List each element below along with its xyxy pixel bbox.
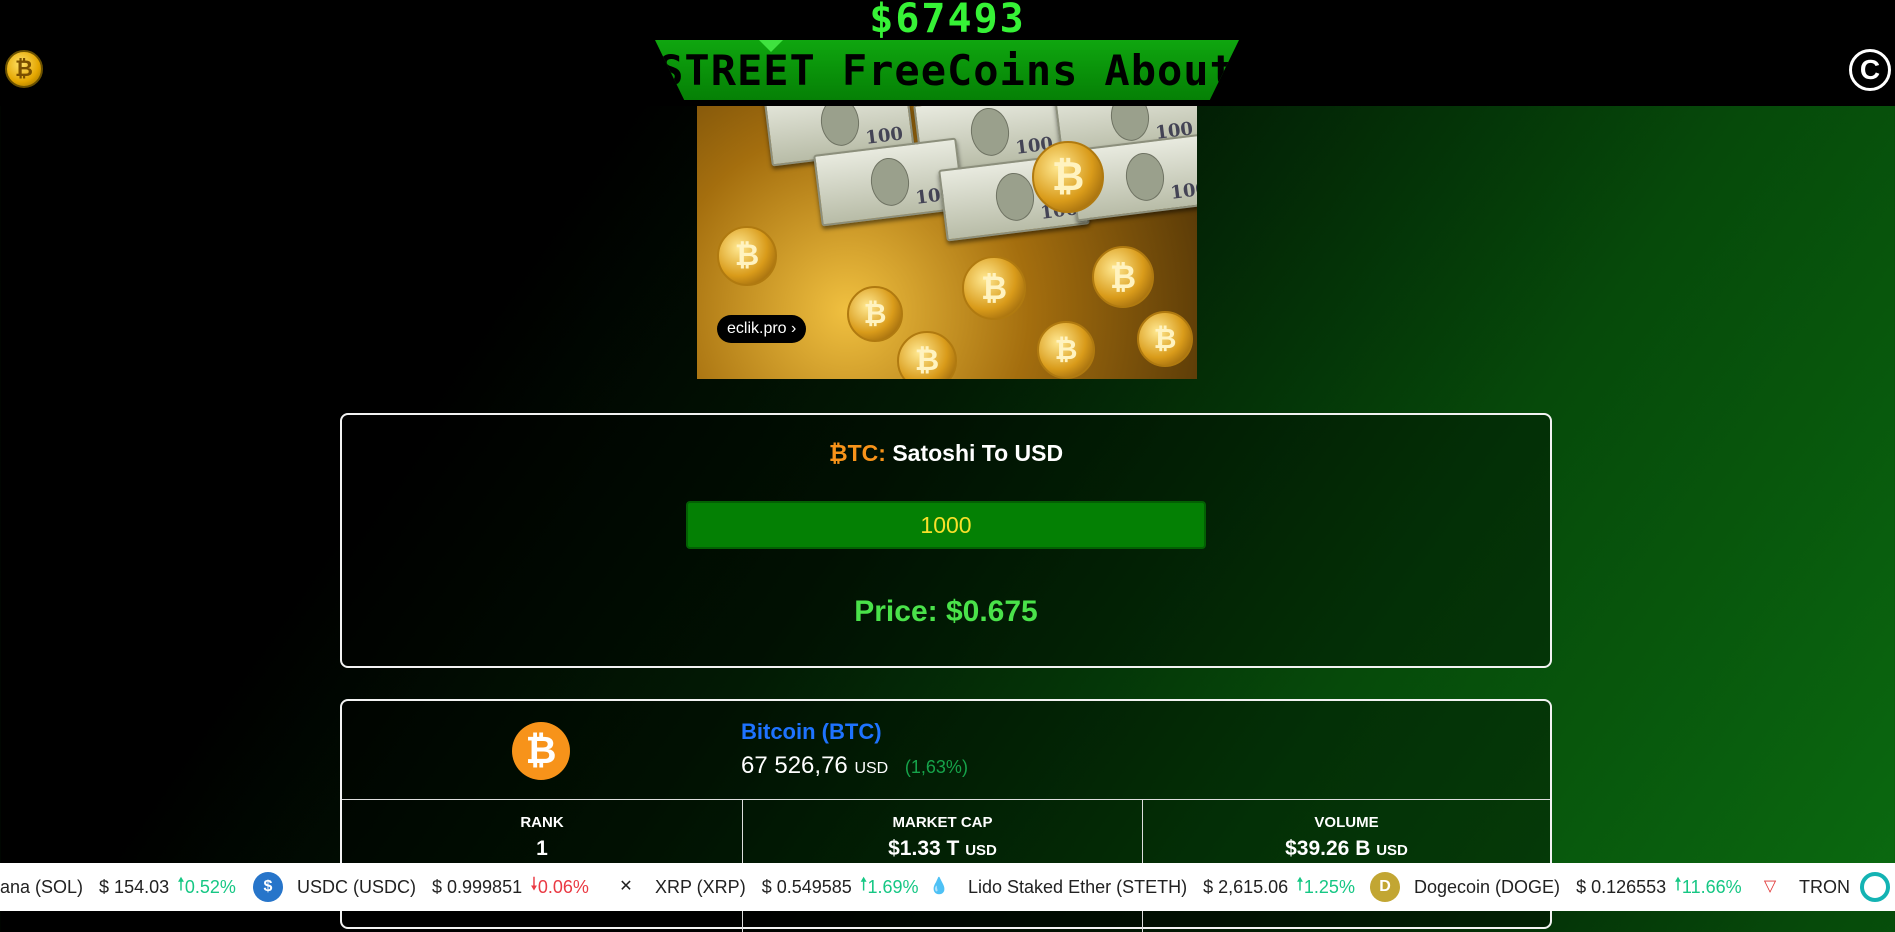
- ticker-item-usdc[interactable]: $ USDC (USDC) $ 0.999851 🠗 0.06%: [253, 863, 589, 911]
- bitcoin-logo-icon: ₿: [512, 722, 570, 780]
- ticker-price: $ 0.549585: [761, 876, 852, 897]
- satoshi-input[interactable]: 1000: [686, 501, 1206, 549]
- coin-price-value: 67 526,76: [741, 752, 848, 779]
- stat-value-number: $39.26 B: [1285, 837, 1371, 860]
- bitcoin-coin-icon: ₿: [1092, 246, 1154, 308]
- coin-price: 67 526,76 USD (1,63%): [741, 752, 968, 780]
- bitcoin-coin-icon[interactable]: ₿: [5, 50, 43, 88]
- tron-icon: ▽: [1755, 872, 1785, 902]
- converter-title: ₿TC: Satoshi To USD: [342, 440, 1550, 467]
- coin-name[interactable]: Bitcoin (BTC): [741, 719, 882, 745]
- ticker-name: Lido Staked Ether (STETH): [968, 876, 1188, 897]
- arrow-up-icon: 🠕: [1296, 874, 1304, 894]
- main-nav: STREET FreeCoins About: [655, 40, 1239, 100]
- arrow-down-icon: 🠗: [530, 874, 538, 894]
- copyright-icon[interactable]: C: [1849, 49, 1891, 91]
- bitcoin-coin-icon: ₿: [897, 331, 957, 379]
- bitcoin-coin-icon: ₿: [1032, 141, 1104, 213]
- stat-label: VOLUME: [1314, 814, 1379, 831]
- top-bar: $67493 ₿ STREET FreeCoins About C: [0, 0, 1895, 106]
- usdc-icon: $: [253, 872, 283, 902]
- ticker-item-doge[interactable]: D Dogecoin (DOGE) $ 0.126553 🠕 11.66%: [1370, 863, 1742, 911]
- ticker-price: $ 154.03: [99, 876, 170, 897]
- dogecoin-icon: D: [1370, 872, 1400, 902]
- ticker-name: USDC (USDC): [297, 876, 416, 897]
- btc-price-header: $67493: [869, 0, 1026, 42]
- price-ticker: ana (SOL) $ 154.03 🠕 0.52% $ USDC (USDC) $ 0.9…: [0, 863, 1895, 911]
- ticker-item-tron[interactable]: ▽ TRON: [1755, 863, 1866, 911]
- ticker-name: Dogecoin (DOGE): [1414, 876, 1561, 897]
- converter-title-prefix: ₿TC:: [828, 440, 886, 466]
- bitcoin-coin-icon: ₿: [962, 256, 1026, 320]
- stat-label: MARKET CAP: [892, 814, 993, 831]
- advertisement-banner[interactable]: ₿ ₿ ₿ ₿ ₿ ₿ ₿ ₿ eclik.pro ›: [697, 106, 1197, 379]
- ticker-item-sol[interactable]: ana (SOL) $ 154.03 🠕 0.52%: [0, 863, 236, 911]
- stat-value-unit: USD: [1376, 842, 1408, 859]
- ticker-name: XRP (XRP): [655, 876, 746, 897]
- coin-price-change: (1,63%): [904, 757, 968, 777]
- ticker-change: 1.69%: [867, 876, 919, 897]
- bitcoin-coin-icon: ₿: [717, 226, 777, 286]
- nav-about[interactable]: About: [1104, 46, 1235, 95]
- ticker-name: ana (SOL): [0, 876, 84, 897]
- stat-value: $39.26 B USD: [1143, 837, 1550, 861]
- bitcoin-coin-icon: ₿: [1137, 311, 1193, 367]
- arrow-up-icon: 🠕: [1674, 874, 1682, 894]
- coin-price-unit: USD: [854, 760, 889, 777]
- nav-indicator-icon: [759, 40, 783, 52]
- ticker-price: $ 0.999851: [432, 876, 523, 897]
- bitcoin-coin-icon: ₿: [1037, 321, 1095, 379]
- nav-street[interactable]: STREET: [658, 46, 816, 95]
- arrow-up-icon: 🠕: [177, 874, 185, 894]
- arrow-up-icon: 🠕: [859, 874, 868, 894]
- satoshi-converter-card: ₿TC: Satoshi To USD 1000 Price: $0.675: [340, 413, 1552, 668]
- ad-link-button[interactable]: eclik.pro ›: [717, 315, 807, 343]
- ticker-change: 11.66%: [1681, 876, 1742, 897]
- stat-label: RANK: [520, 814, 564, 831]
- xrp-icon: ✕: [611, 872, 641, 902]
- converter-title-text: Satoshi To USD: [892, 440, 1064, 466]
- ticker-change: 0.06%: [537, 876, 589, 897]
- steth-drop-icon: 💧: [924, 872, 954, 902]
- stat-value-number: $1.33 T: [888, 837, 960, 860]
- ticker-change: 1.25%: [1303, 876, 1355, 897]
- stat-value-unit: USD: [965, 842, 997, 859]
- stat-value: 1: [342, 837, 742, 861]
- ticker-price: $ 0.126553: [1576, 876, 1667, 897]
- ticker-item-steth[interactable]: 💧 Lido Staked Ether (STETH) $ 2,615.06 🠕 1.2…: [924, 863, 1355, 911]
- nav-freecoins[interactable]: FreeCoins: [842, 46, 1079, 95]
- ticker-name: TRON: [1799, 876, 1850, 897]
- stat-value: $1.33 T USD: [743, 837, 1142, 861]
- ticker-item-xrp[interactable]: ✕ XRP (XRP) $ 0.549585 🠕 1.69%: [611, 863, 919, 911]
- stat-value-number: 1: [536, 837, 548, 860]
- bitcoin-coin-icon: ₿: [847, 286, 903, 342]
- ticker-next-icon: [1860, 872, 1890, 902]
- ticker-price: $ 2,615.06: [1203, 876, 1289, 897]
- converted-price: Price: $0.675: [854, 595, 1038, 628]
- ticker-change: 0.52%: [184, 876, 236, 897]
